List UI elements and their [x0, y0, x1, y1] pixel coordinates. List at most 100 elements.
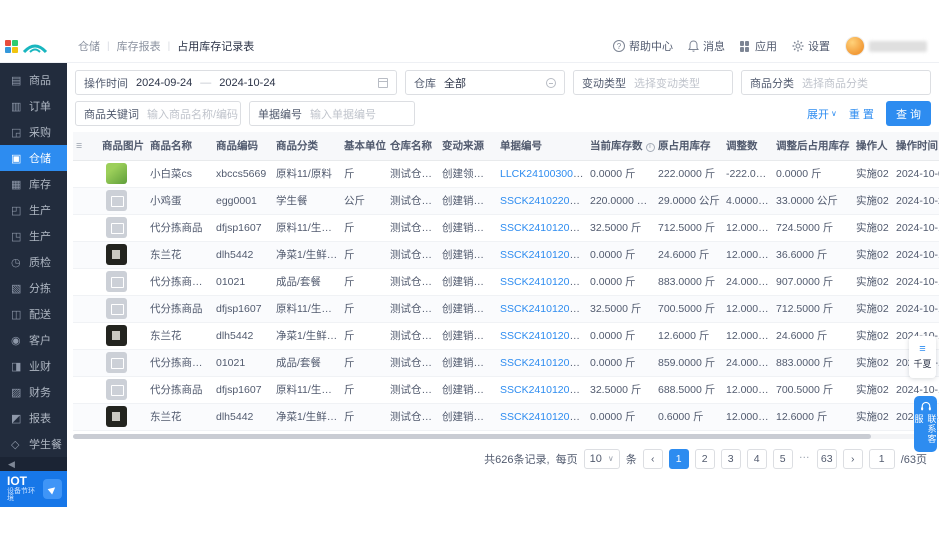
sidebar-item-reports[interactable]: ◩ 报表: [0, 405, 67, 431]
product-image[interactable]: [106, 244, 127, 265]
product-image[interactable]: [106, 325, 127, 346]
sidebar-item-goods[interactable]: ▤ 商品: [0, 67, 67, 93]
sidebar-item-quality[interactable]: ◷ 质检: [0, 249, 67, 275]
cell-adjust: 4.0000 公斤: [723, 187, 773, 215]
cell-name: 代分拣商品: [147, 295, 213, 323]
product-image[interactable]: [106, 217, 127, 238]
apps-button[interactable]: 应用: [740, 38, 777, 54]
page-button-1[interactable]: 1: [668, 448, 689, 469]
assistant-widget[interactable]: ≡ 千夏: [909, 336, 936, 378]
page-button-5[interactable]: 5: [772, 448, 793, 469]
product-image[interactable]: [106, 406, 127, 427]
sidebar-item-production-2[interactable]: ◳ 生产: [0, 223, 67, 249]
page-button-63[interactable]: 63: [816, 448, 837, 469]
cell-name: 东兰花: [147, 241, 213, 269]
sidebar-item-production-1[interactable]: ◰ 生产: [0, 197, 67, 223]
page-jump-input[interactable]: [868, 448, 895, 469]
column-settings-icon[interactable]: ≡: [76, 140, 82, 152]
change-type-select[interactable]: 变动类型 选择变动类型: [573, 70, 733, 95]
sidebar-item-delivery[interactable]: ◫ 配送: [0, 301, 67, 327]
doc-number-link[interactable]: SSCK24101200002: [500, 357, 587, 369]
horizontal-scrollbar[interactable]: [73, 433, 931, 439]
product-image[interactable]: [106, 190, 127, 211]
doc-number-link[interactable]: SSCK24101200003: [500, 276, 587, 288]
doc-number-link[interactable]: SSCK24101200002: [500, 330, 587, 342]
page-button-4[interactable]: 4: [746, 448, 767, 469]
column-header-category: 商品分类: [273, 132, 341, 161]
expand-filters-button[interactable]: 展开 ∨: [807, 106, 837, 122]
sidebar-item-finance[interactable]: ▨ 财务: [0, 379, 67, 405]
warehouse-select[interactable]: 仓库 全部: [405, 70, 565, 95]
sidebar-item-biz-finance[interactable]: ◨ 业财: [0, 353, 67, 379]
doc-number-link[interactable]: SSCK24101200004: [500, 222, 587, 234]
doc-number-link[interactable]: LLCK24100300001: [500, 168, 587, 180]
messages-button[interactable]: 消息: [688, 38, 725, 54]
cell-unit: 斤: [341, 268, 387, 296]
sidebar-item-warehouse[interactable]: ▣ 仓储: [0, 145, 67, 171]
scrollbar-thumb[interactable]: [73, 433, 871, 439]
cell-adjust: 12.0000 斤: [723, 241, 773, 269]
settings-button[interactable]: 设置: [792, 38, 830, 54]
search-button[interactable]: 查 询: [885, 101, 931, 126]
date-from-value[interactable]: 2024-09-24: [136, 77, 192, 89]
table-row: 小鸡蛋egg0001学生餐公斤测试仓库5创建销售出库SSCK2410220000…: [73, 187, 939, 215]
reset-button[interactable]: 重 置: [849, 106, 874, 122]
help-center-button[interactable]: ? 帮助中心: [613, 38, 673, 54]
product-image[interactable]: [106, 298, 127, 319]
cell-category: 成品/套餐: [273, 268, 341, 296]
next-page-button[interactable]: ›: [842, 448, 863, 469]
sidebar-item-sorting[interactable]: ▧ 分拣: [0, 275, 67, 301]
table-row: 代分拣商品dfjsp1607原料11/生鲜类斤测试仓库5创建销售出库SSCK24…: [73, 376, 939, 404]
page-button-2[interactable]: 2: [694, 448, 715, 469]
sidebar-item-orders[interactable]: ▥ 订单: [0, 93, 67, 119]
info-icon[interactable]: i: [645, 142, 655, 152]
sidebar-item-student-meal[interactable]: ◇ 学生餐: [0, 431, 67, 457]
cell-warehouse: 测试仓库5: [387, 322, 439, 350]
breadcrumb-item[interactable]: 库存报表: [117, 38, 161, 54]
page-button-3[interactable]: 3: [720, 448, 741, 469]
doc-number-link[interactable]: SSCK24101200003: [500, 249, 587, 261]
user-account[interactable]: [845, 36, 927, 56]
product-image[interactable]: [106, 271, 127, 292]
cell-warehouse: 测试仓库5: [387, 349, 439, 377]
product-image[interactable]: [106, 163, 127, 184]
sidebar-item-customers[interactable]: ◉ 客户: [0, 327, 67, 353]
contact-support-button[interactable]: 联系客服: [914, 396, 937, 452]
cell-image: [99, 268, 147, 296]
date-to-value[interactable]: 2024-10-24: [219, 77, 275, 89]
per-page-select[interactable]: 10 ∨: [583, 448, 620, 469]
table-row: 代分拣商品-单位换算01021成品/套餐斤测试仓库5创建销售出库SSCK2410…: [73, 349, 939, 377]
product-image[interactable]: [106, 352, 127, 373]
cell-image: [99, 241, 147, 269]
sidebar-item-inventory[interactable]: ▦ 库存: [0, 171, 67, 197]
keyword-input[interactable]: 商品关键词 输入商品名称/编码: [75, 101, 241, 126]
sidebar-item-label: 采购: [29, 127, 51, 139]
sidebar-collapse-button[interactable]: ◀: [0, 457, 67, 471]
doc-number-link[interactable]: SSCK24101200001: [500, 411, 587, 423]
cell-after: 883.0000 斤: [773, 349, 853, 377]
delivery-icon: ◫: [11, 308, 22, 321]
prev-page-button[interactable]: ‹: [642, 448, 663, 469]
help-label: 帮助中心: [629, 41, 673, 53]
doc-number-link[interactable]: SSCK24101200002: [500, 384, 587, 396]
cell-operator: 实施02: [853, 214, 893, 242]
reports-icon: ◩: [11, 412, 22, 425]
product-image[interactable]: [106, 379, 127, 400]
category-select[interactable]: 商品分类 选择商品分类: [741, 70, 931, 95]
warehouse-clear-icon[interactable]: [546, 77, 556, 88]
cell-name: 代分拣商品: [147, 376, 213, 404]
cell-category: 净菜1/生鲜shu菜类…: [273, 241, 341, 269]
column-header-source: 变动来源: [439, 132, 497, 161]
table-row: 东兰花dlh5442净菜1/生鲜shu菜类…斤测试仓库5创建销售出库SSCK24…: [73, 403, 939, 431]
sidebar-item-purchase[interactable]: ◲ 采购: [0, 119, 67, 145]
calendar-icon: [378, 77, 388, 88]
doc-number-input[interactable]: 单据编号 输入单据编号: [249, 101, 415, 126]
operation-time-range-picker[interactable]: 操作时间 2024-09-24 — 2024-10-24: [75, 70, 397, 95]
quality-icon: ◷: [11, 256, 21, 269]
category-placeholder: 选择商品分类: [802, 77, 868, 90]
warehouse-label: 仓库: [414, 77, 436, 90]
doc-number-link[interactable]: SSCK24101200003: [500, 303, 587, 315]
doc-number-link[interactable]: SSCK24102200001: [500, 195, 587, 207]
breadcrumb-item[interactable]: 仓储: [78, 38, 100, 54]
iot-panel[interactable]: IOT 设备节环境 ▶: [0, 471, 67, 507]
